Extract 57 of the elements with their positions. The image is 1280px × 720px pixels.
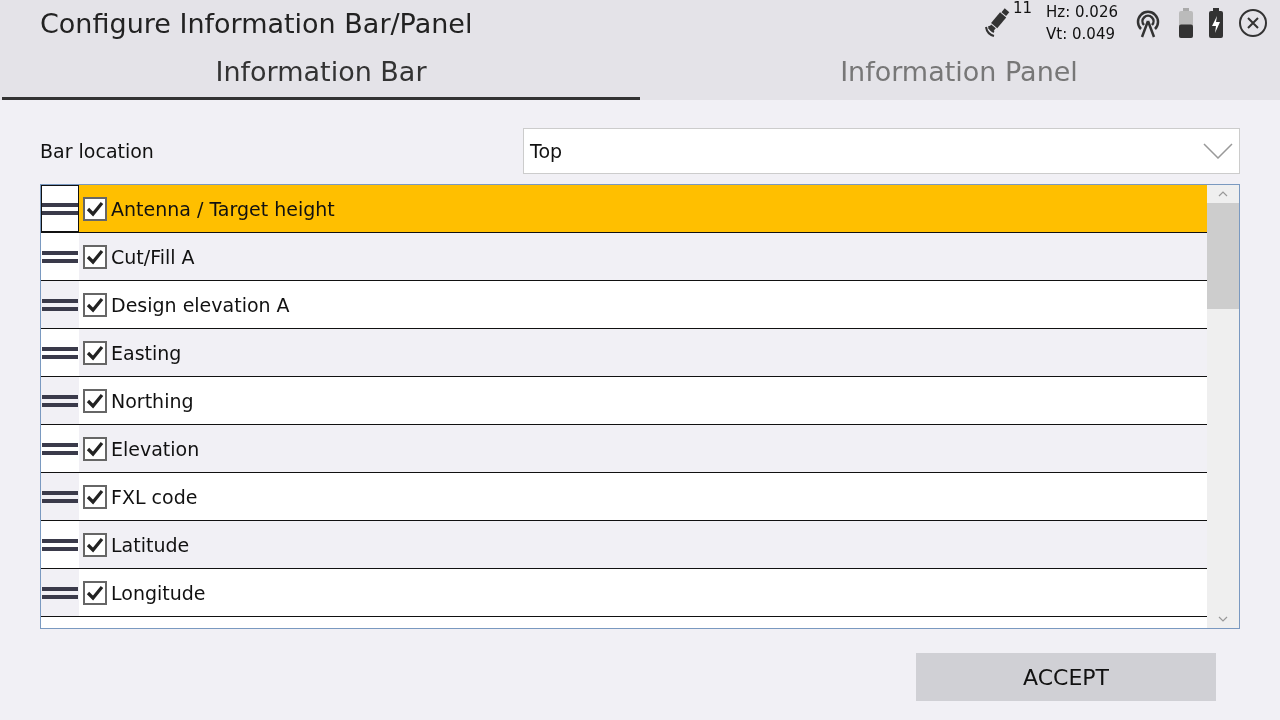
satellite-count: 11: [1013, 0, 1033, 17]
drag-handle-icon[interactable]: [42, 297, 78, 312]
drag-handle-icon[interactable]: [42, 441, 78, 456]
list-row[interactable]: Elevation: [41, 425, 1207, 473]
check-icon: [86, 200, 104, 217]
checkbox[interactable]: [83, 484, 107, 509]
bar-location-dropdown[interactable]: Top: [523, 128, 1240, 174]
close-icon[interactable]: [1238, 8, 1268, 38]
check-icon: [86, 344, 104, 361]
checkbox[interactable]: [83, 340, 107, 365]
vt-precision: Vt: 0.049: [1046, 24, 1116, 45]
list-row[interactable]: Easting: [41, 329, 1207, 377]
check-icon: [86, 536, 104, 553]
field-label: Bar location: [40, 140, 155, 162]
scrollbar-thumb[interactable]: [1207, 203, 1239, 309]
check-icon: [86, 584, 104, 601]
tab[interactable]: Information Bar: [2, 46, 640, 100]
check-icon: [86, 440, 104, 457]
item-label: Latitude: [111, 533, 190, 556]
check-icon: [86, 248, 104, 265]
drag-handle-icon[interactable]: [42, 393, 78, 408]
charging-battery-icon: [1208, 8, 1224, 38]
tab[interactable]: Information Panel: [640, 46, 1278, 100]
window-title: Configure Information Bar/Panel: [40, 7, 474, 39]
list-row[interactable]: Latitude: [41, 521, 1207, 569]
checkbox[interactable]: [83, 196, 107, 221]
item-label: Easting: [111, 341, 182, 364]
checkbox[interactable]: [83, 532, 107, 557]
drag-handle-icon[interactable]: [42, 537, 78, 552]
drag-handle-icon[interactable]: [42, 585, 78, 600]
checkbox[interactable]: [83, 436, 107, 461]
checkbox[interactable]: [83, 388, 107, 413]
item-label: FXL code: [111, 485, 198, 508]
battery-icon: [1178, 8, 1194, 38]
drag-handle-icon[interactable]: [42, 249, 78, 264]
hz-precision: Hz: 0.026: [1046, 2, 1118, 23]
checkbox[interactable]: [83, 244, 107, 269]
list-row[interactable]: Antenna / Target height: [41, 185, 1207, 233]
list-row[interactable]: Cut/Fill A: [41, 233, 1207, 281]
item-label: Cut/Fill A: [111, 245, 195, 268]
item-label: Longitude: [111, 581, 206, 604]
drag-handle-icon[interactable]: [42, 201, 78, 216]
item-label: Northing: [111, 389, 194, 412]
checkbox[interactable]: [83, 580, 107, 605]
checkbox[interactable]: [83, 292, 107, 317]
item-label: Elevation: [111, 437, 200, 460]
chevron-down-icon: [1203, 143, 1233, 159]
list-row[interactable]: Longitude: [41, 569, 1207, 617]
drag-handle-icon[interactable]: [42, 489, 78, 504]
scrollbar[interactable]: [1207, 185, 1239, 628]
item-label: Design elevation A: [111, 293, 290, 316]
check-icon: [86, 488, 104, 505]
accept-button[interactable]: ACCEPT: [916, 653, 1216, 701]
drag-handle-icon[interactable]: [42, 345, 78, 360]
check-icon: [86, 392, 104, 409]
item-label: Antenna / Target height: [111, 197, 335, 220]
check-icon: [86, 296, 104, 313]
